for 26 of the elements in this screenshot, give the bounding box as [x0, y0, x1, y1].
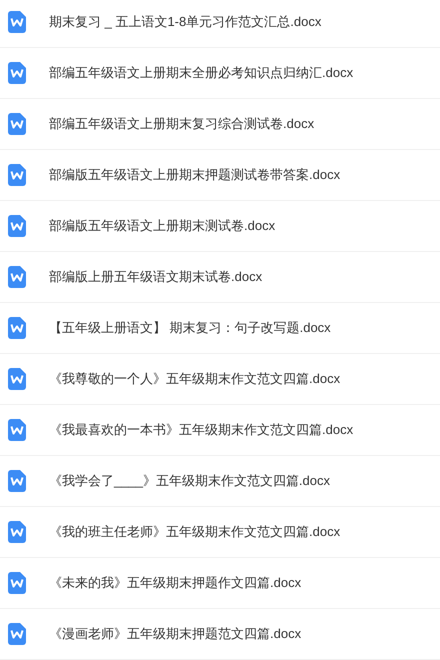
file-name[interactable]: 《我学会了____》五年级期末作文范文四篇.docx	[49, 471, 330, 491]
file-name[interactable]: 【五年级上册语文】 期末复习：句子改写题.docx	[49, 318, 331, 338]
document-icon	[8, 62, 26, 84]
file-name[interactable]: 《我最喜欢的一本书》五年级期末作文范文四篇.docx	[49, 420, 354, 440]
document-icon	[8, 368, 26, 390]
file-name[interactable]: 《我的班主任老师》五年级期末作文范文四篇.docx	[49, 522, 340, 542]
file-name[interactable]: 部编版五年级语文上册期末测试卷.docx	[49, 216, 276, 236]
file-name[interactable]: 《我尊敬的一个人》五年级期末作文范文四篇.docx	[49, 369, 340, 389]
document-icon	[8, 521, 26, 543]
file-name[interactable]: 部编五年级语文上册期末复习综合测试卷.docx	[49, 114, 314, 134]
document-icon	[8, 215, 26, 237]
document-icon	[8, 113, 26, 135]
file-name[interactable]: 期末复习 _ 五上语文1-8单元习作范文汇总.docx	[49, 12, 322, 32]
document-icon	[8, 572, 26, 594]
file-name[interactable]: 部编五年级语文上册期末全册必考知识点归纳汇.docx	[49, 63, 354, 83]
file-name[interactable]: 部编版上册五年级语文期末试卷.docx	[49, 267, 262, 287]
document-icon	[8, 11, 26, 33]
file-name[interactable]: 部编版五年级语文上册期末押题测试卷带答案.docx	[49, 165, 340, 185]
document-icon	[8, 419, 26, 441]
file-name[interactable]: 《未来的我》五年级期末押题作文四篇.docx	[49, 573, 302, 593]
document-icon	[8, 164, 26, 186]
document-icon	[8, 470, 26, 492]
document-icon	[8, 317, 26, 339]
document-icon	[8, 623, 26, 645]
document-icon	[8, 266, 26, 288]
file-name[interactable]: 《漫画老师》五年级期末押题范文四篇.docx	[49, 624, 302, 644]
